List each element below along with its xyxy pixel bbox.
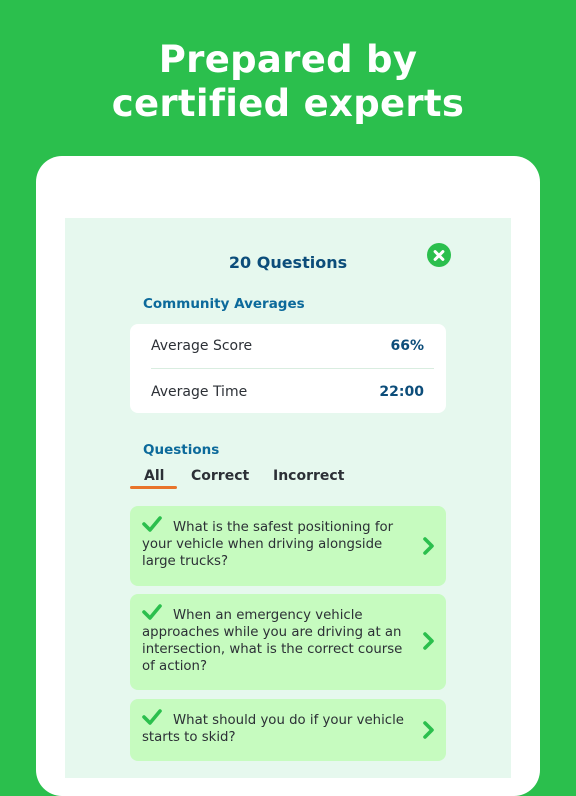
tab-incorrect[interactable]: Incorrect [273, 468, 344, 484]
question-text: What is the safest positioning for your … [142, 520, 394, 569]
headline: Prepared by certified experts [0, 38, 576, 126]
question-text: When an emergency vehicle approaches whi… [142, 608, 403, 674]
question-item[interactable]: What should you do if your vehicle start… [130, 699, 446, 761]
community-averages-card: Average Score 66% Average Time 22:00 [130, 324, 446, 413]
average-score-row: Average Score 66% [151, 324, 424, 368]
tab-all[interactable]: All [144, 468, 164, 484]
chevron-right-icon [423, 721, 434, 739]
close-icon[interactable] [427, 243, 451, 267]
average-time-value: 22:00 [379, 384, 424, 400]
questions-title: Questions [143, 442, 220, 458]
divider [151, 368, 434, 369]
average-score-label: Average Score [151, 338, 253, 354]
headline-line-2: certified experts [111, 82, 465, 125]
chevron-right-icon [423, 537, 434, 555]
community-averages-title: Community Averages [143, 296, 305, 312]
question-item[interactable]: When an emergency vehicle approaches whi… [130, 594, 446, 690]
selected-tab-indicator [130, 486, 177, 489]
question-item[interactable]: What is the safest positioning for your … [130, 506, 446, 586]
modal-title: 20 Questions [228, 253, 348, 272]
tab-correct[interactable]: Correct [191, 468, 249, 484]
headline-line-1: Prepared by [158, 38, 418, 81]
average-time-row: Average Time 22:00 [151, 370, 424, 414]
average-score-value: 66% [390, 338, 424, 354]
average-time-label: Average Time [151, 384, 248, 400]
chevron-right-icon [423, 632, 434, 650]
question-text: What should you do if your vehicle start… [142, 713, 404, 745]
